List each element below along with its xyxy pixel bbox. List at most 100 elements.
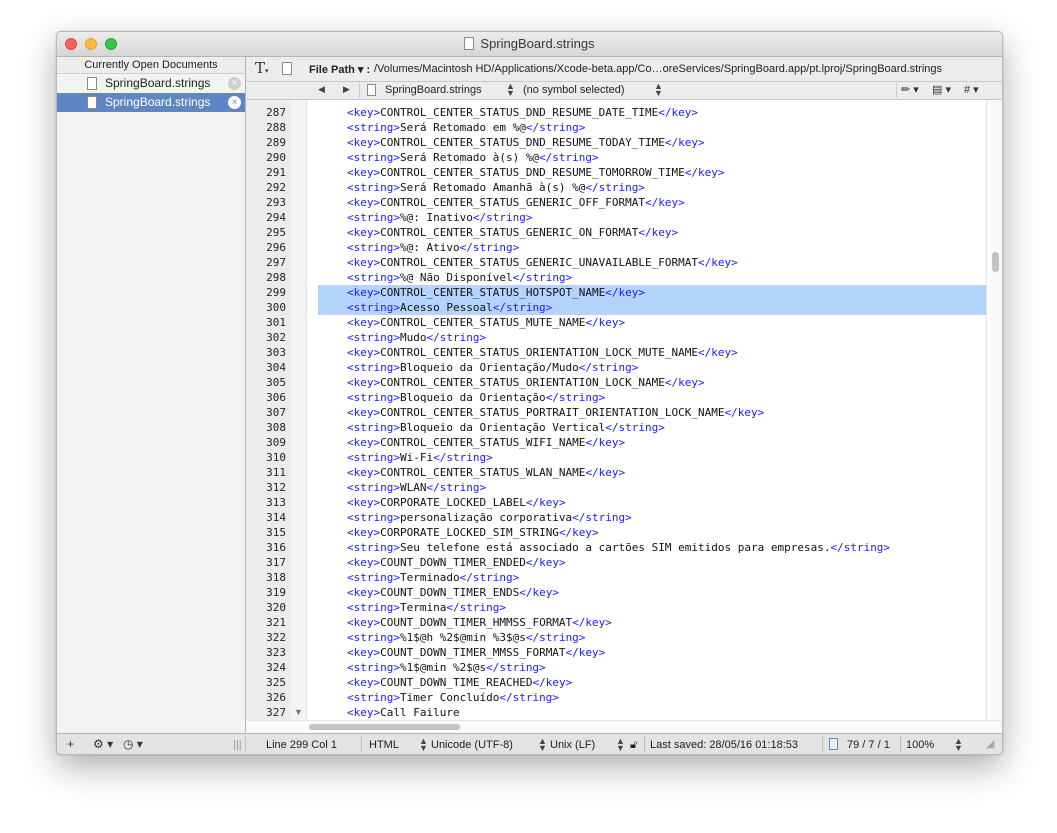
line-number: 297 xyxy=(266,256,286,269)
code-line[interactable]: 299 <key>CONTROL_CENTER_STATUS_HOTSPOT_NA… xyxy=(246,285,986,300)
fold-triangle-icon[interactable]: ▼ xyxy=(294,707,303,717)
line-endings-popup[interactable]: Unix (LF) xyxy=(550,739,595,751)
gear-icon[interactable]: ⚙︎ ▾ xyxy=(93,737,113,751)
code-line[interactable]: 325 <key>COUNT_DOWN_TIME_REACHED</key> xyxy=(246,675,986,690)
code-line[interactable]: 301 <key>CONTROL_CENTER_STATUS_MUTE_NAME<… xyxy=(246,315,986,330)
close-tag: </key> xyxy=(698,346,738,359)
close-document-icon[interactable]: × xyxy=(228,96,241,109)
code-line[interactable]: 324 <string>%1$@min %2$@s</string> xyxy=(246,660,986,675)
close-document-icon[interactable]: × xyxy=(228,77,241,90)
window-title: SpringBoard.strings xyxy=(57,36,1002,51)
open-tag: <key> xyxy=(347,346,381,359)
code-line[interactable]: 317 <key>COUNT_DOWN_TIMER_ENDED</key> xyxy=(246,555,986,570)
tag-content: CONTROL_CENTER_STATUS_HOTSPOT_NAME xyxy=(380,286,606,299)
code-line[interactable]: 306 <string>Bloqueio da Orientação</strin… xyxy=(246,390,986,405)
last-saved: Last saved: 28/05/16 01:18:53 xyxy=(650,739,799,751)
encoding-popup[interactable]: Unicode (UTF-8) xyxy=(431,739,513,751)
code-line[interactable]: 323 <key>COUNT_DOWN_TIMER_MMSS_FORMAT</ke… xyxy=(246,645,986,660)
code-text: <key>COUNT_DOWN_TIMER_HMMSS_FORMAT</key> xyxy=(347,615,612,630)
code-line[interactable]: 295 <key>CONTROL_CENTER_STATUS_GENERIC_ON… xyxy=(246,225,986,240)
code-line[interactable]: 305 <key>CONTROL_CENTER_STATUS_ORIENTATIO… xyxy=(246,375,986,390)
line-number: 319 xyxy=(266,586,286,599)
document-icon xyxy=(367,84,376,96)
code-line[interactable]: 314 <string>personalização corporativa</s… xyxy=(246,510,986,525)
add-document-button[interactable]: + xyxy=(67,737,74,751)
horizontal-scroll-thumb[interactable] xyxy=(309,724,460,730)
vertical-scroll-thumb[interactable] xyxy=(992,252,999,272)
history-clock-icon[interactable]: ◷ ▾ xyxy=(123,737,143,751)
open-tag: <string> xyxy=(347,151,400,164)
text-format-icon[interactable]: T▾ xyxy=(255,59,269,77)
bookmarks-menu-icon[interactable]: ▤ ▾ xyxy=(932,83,951,96)
code-line[interactable]: 303 <key>CONTROL_CENTER_STATUS_ORIENTATIO… xyxy=(246,345,986,360)
title-bar: SpringBoard.strings xyxy=(57,32,1002,57)
forward-arrow-icon[interactable]: ▶ xyxy=(343,84,350,95)
code-line[interactable]: 312 <string>WLAN</string> xyxy=(246,480,986,495)
code-line[interactable]: 309 <key>CONTROL_CENTER_STATUS_WIFI_NAME<… xyxy=(246,435,986,450)
horizontal-scrollbar[interactable] xyxy=(246,720,1002,733)
open-documents-sidebar: Currently Open Documents SpringBoard.str… xyxy=(57,57,246,732)
open-tag: <string> xyxy=(347,271,400,284)
code-line[interactable]: 315 <key>CORPORATE_LOCKED_SIM_STRING</key… xyxy=(246,525,986,540)
file-popup[interactable]: SpringBoard.strings xyxy=(385,84,482,96)
code-text: <key>Call Failure xyxy=(347,705,460,720)
sidebar-item-document-selected[interactable]: SpringBoard.strings × xyxy=(57,93,245,112)
code-line[interactable]: 308 <string>Bloqueio da Orientação Vertic… xyxy=(246,420,986,435)
tag-content: Timer Concluído xyxy=(399,691,500,704)
code-line[interactable]: 292 <string>Será Retomado Amanhã à(s) %@<… xyxy=(246,180,986,195)
lock-icon[interactable]: 🔓︎ xyxy=(630,739,637,752)
code-line[interactable]: 297 <key>CONTROL_CENTER_STATUS_GENERIC_UN… xyxy=(246,255,986,270)
window-resize-grip[interactable]: ◢ xyxy=(986,737,994,750)
sidebar-item-document[interactable]: SpringBoard.strings × xyxy=(57,74,245,93)
code-line[interactable]: 289 <key>CONTROL_CENTER_STATUS_DND_RESUME… xyxy=(246,135,986,150)
code-line[interactable]: 311 <key>CONTROL_CENTER_STATUS_WLAN_NAME<… xyxy=(246,465,986,480)
document-icon[interactable] xyxy=(282,62,292,75)
code-line[interactable]: 307 <key>CONTROL_CENTER_STATUS_PORTRAIT_O… xyxy=(246,405,986,420)
code-line[interactable]: 320 <string>Termina</string> xyxy=(246,600,986,615)
code-line[interactable]: 310 <string>Wi-Fi</string> xyxy=(246,450,986,465)
open-tag: <key> xyxy=(347,526,381,539)
code-line[interactable]: 322 <string>%1$@h %2$@min %3$@s</string> xyxy=(246,630,986,645)
editor-toolbar: T▾ File Path ▾ : /Volumes/Macintosh HD/A… xyxy=(246,57,1002,82)
vertical-scrollbar[interactable] xyxy=(986,100,1002,720)
code-line[interactable]: 302 <string>Mudo</string> xyxy=(246,330,986,345)
code-line[interactable]: 318 <string>Terminado</string> xyxy=(246,570,986,585)
back-arrow-icon[interactable]: ◀ xyxy=(318,84,325,95)
zoom-popup[interactable]: 100% xyxy=(906,739,934,751)
code-line[interactable]: 288 <string>Será Retomado em %@</string> xyxy=(246,120,986,135)
sidebar-resize-grip[interactable]: ||| xyxy=(233,739,242,751)
code-line[interactable]: 294 <string>%@: Inativo</string> xyxy=(246,210,986,225)
code-line[interactable]: 316 <string>Seu telefone está associado a… xyxy=(246,540,986,555)
symbol-popup[interactable]: (no symbol selected) xyxy=(523,84,625,96)
code-line[interactable]: 319 <key>COUNT_DOWN_TIMER_ENDS</key> xyxy=(246,585,986,600)
open-tag: <key> xyxy=(347,196,381,209)
close-tag: </string> xyxy=(525,631,586,644)
file-path-label[interactable]: File Path ▾ : xyxy=(309,63,370,76)
code-text: <string>Bloqueio da Orientação</string> xyxy=(347,390,605,405)
code-line[interactable]: 296 <string>%@: Ativo</string> xyxy=(246,240,986,255)
tag-content: CONTROL_CENTER_STATUS_WIFI_NAME xyxy=(380,436,586,449)
code-line[interactable]: 321 <key>COUNT_DOWN_TIMER_HMMSS_FORMAT</k… xyxy=(246,615,986,630)
code-line[interactable]: 290 <string>Será Retomado à(s) %@</string… xyxy=(246,150,986,165)
markers-menu-icon[interactable]: ✏︎ ▾ xyxy=(901,83,919,96)
code-line[interactable]: 300 <string>Acesso Pessoal</string> xyxy=(246,300,986,315)
code-editor[interactable]: 287 <key>CONTROL_CENTER_STATUS_DND_RESUME… xyxy=(246,100,986,720)
open-tag: <string> xyxy=(347,121,400,134)
code-line[interactable]: 304 <string>Bloqueio da Orientação/Mudo</… xyxy=(246,360,986,375)
code-line[interactable]: 298 <string>%@ Não Disponível</string> xyxy=(246,270,986,285)
code-line[interactable]: 293 <key>CONTROL_CENTER_STATUS_GENERIC_OF… xyxy=(246,195,986,210)
close-tag: </string> xyxy=(545,391,606,404)
tag-content: COUNT_DOWN_TIMER_HMMSS_FORMAT xyxy=(380,616,573,629)
code-line[interactable]: 291 <key>CONTROL_CENTER_STATUS_DND_RESUME… xyxy=(246,165,986,180)
tag-content: Será Retomado Amanhã à(s) %@ xyxy=(399,181,586,194)
line-number: 298 xyxy=(266,271,286,284)
navigation-bar: ◀ ▶ SpringBoard.strings ▲ ▼ (no symbol se… xyxy=(246,82,1002,100)
code-line[interactable]: 326 <string>Timer Concluído</string> xyxy=(246,690,986,705)
code-line[interactable]: 287 <key>CONTROL_CENTER_STATUS_DND_RESUME… xyxy=(246,105,986,120)
close-tag: </key> xyxy=(645,196,685,209)
line-number-menu-icon[interactable]: # ▾ xyxy=(964,83,979,96)
close-tag: </key> xyxy=(572,616,612,629)
code-line[interactable]: 327 ▼ <key>Call Failure xyxy=(246,705,986,720)
syntax-popup[interactable]: HTML xyxy=(369,739,399,751)
code-line[interactable]: 313 <key>CORPORATE_LOCKED_LABEL</key> xyxy=(246,495,986,510)
